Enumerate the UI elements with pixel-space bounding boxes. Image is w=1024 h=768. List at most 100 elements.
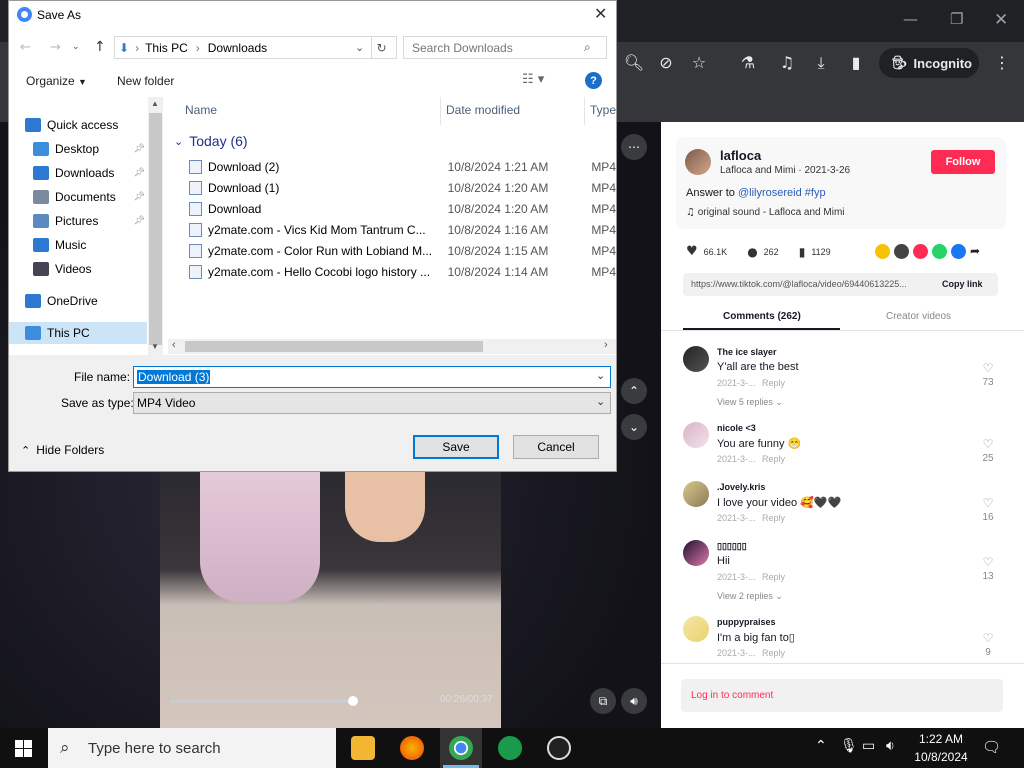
column-date-modified[interactable]: Date modified (446, 103, 520, 117)
reply-button[interactable]: Reply (762, 454, 785, 464)
comment-avatar[interactable] (683, 481, 709, 507)
scroll-down-icon[interactable]: ▼ (151, 342, 159, 351)
flask-icon[interactable]: ⚗ (737, 53, 759, 72)
file-explorer-icon[interactable] (351, 736, 375, 760)
tab-creator-videos[interactable]: Creator videos (886, 311, 951, 322)
caption-mention[interactable]: @lilyrosereid (738, 187, 802, 199)
post-link[interactable]: https://www.tiktok.com/@lafloca/video/69… (691, 279, 931, 289)
view-options-icon[interactable]: ☷ ▾ (522, 72, 544, 87)
restore-icon[interactable]: ❐ (950, 10, 963, 28)
facebook-icon[interactable] (951, 244, 966, 259)
file-name-dropdown-icon[interactable]: ⌄ (596, 369, 605, 382)
follow-button[interactable]: Follow (931, 150, 995, 174)
cancel-button[interactable]: Cancel (513, 435, 599, 459)
nav-item-3[interactable]: Documents 📌︎ (9, 186, 147, 208)
reply-button[interactable]: Reply (762, 513, 785, 523)
reply-button[interactable]: Reply (762, 378, 785, 388)
login-to-comment[interactable]: Log in to comment (681, 679, 1003, 712)
dialog-close-icon[interactable]: ✕ (594, 4, 607, 23)
heart-icon[interactable]: ♡ (978, 437, 998, 451)
file-row[interactable]: Download (2) 10/8/2024 1:21 AM MP4 (186, 156, 616, 177)
column-name[interactable]: Name (185, 103, 217, 117)
search-icon[interactable]: 🔍︎ (623, 53, 645, 72)
file-row[interactable]: Download (1) 10/8/2024 1:20 AM MP4 (186, 177, 616, 198)
bookmark-icon[interactable]: ▮ (799, 245, 806, 259)
view-replies-button[interactable]: View 2 replies ⌄ (717, 591, 783, 602)
obs-icon[interactable] (547, 736, 571, 760)
previous-video-icon[interactable]: ⌃ (621, 378, 647, 404)
star-icon[interactable]: ☆ (688, 53, 710, 72)
nav-item-5[interactable]: Music (9, 234, 147, 256)
address-dropdown-icon[interactable]: ⌄ (355, 41, 364, 54)
comment-author[interactable]: nicole <3 (717, 423, 756, 433)
network-icon[interactable]: ▭ (862, 738, 875, 754)
heart-icon[interactable]: ♡ (978, 631, 998, 645)
copy-link-button[interactable]: Copy link (942, 279, 983, 289)
volume-icon[interactable]: 🔊︎ (621, 688, 647, 714)
post-sound[interactable]: ♫ original sound - Lafloca and Mimi (686, 207, 845, 218)
caption-tag[interactable]: #fyp (805, 187, 826, 199)
scroll-left-icon[interactable]: ‹ (172, 339, 176, 351)
save-button[interactable]: Save (413, 435, 499, 459)
comment-icon[interactable]: ● (747, 245, 757, 259)
pip-icon[interactable]: ⧉ (590, 688, 616, 714)
file-hscroll-thumb[interactable] (185, 341, 483, 352)
comment-author[interactable]: The ice slayer (717, 347, 777, 357)
organize-button[interactable]: Organize ▼ (26, 74, 87, 88)
whatsapp-icon[interactable] (932, 244, 947, 259)
incognito-indicator[interactable]: 🕵︎ Incognito (879, 48, 979, 78)
scroll-up-icon[interactable]: ▲ (151, 99, 159, 108)
reply-button[interactable]: Reply (762, 572, 785, 582)
eye-off-icon[interactable]: ⊘ (655, 53, 677, 72)
nav-item-1[interactable]: Desktop 📌︎ (9, 138, 147, 160)
app-icon[interactable] (498, 736, 522, 760)
share-arrow-icon[interactable]: ➦ (970, 244, 980, 259)
video-progress-track[interactable] (170, 700, 350, 703)
file-row[interactable]: y2mate.com - Color Run with Lobiand M...… (186, 240, 616, 261)
taskbar-search[interactable]: Type here to search (48, 728, 336, 768)
window-close-icon[interactable]: ✕ (994, 10, 1008, 30)
comment-avatar[interactable] (683, 422, 709, 448)
minimize-icon[interactable]: — (903, 10, 918, 28)
save-type-select[interactable]: MP4 Video (133, 392, 611, 414)
column-divider[interactable] (584, 97, 585, 125)
tray-chevron-icon[interactable]: ⌃ (815, 738, 827, 754)
comment-avatar[interactable] (683, 540, 709, 566)
column-type[interactable]: Type (590, 103, 616, 117)
breadcrumb-downloads[interactable]: Downloads (208, 41, 267, 55)
reply-button[interactable]: Reply (762, 648, 785, 658)
chrome-icon[interactable] (449, 736, 473, 760)
refresh-icon[interactable]: ↻ (371, 36, 391, 59)
file-row[interactable]: y2mate.com - Vics Kid Mom Tantrum C... 10… (186, 219, 616, 240)
windows-start-icon[interactable] (15, 740, 32, 757)
comment-avatar[interactable] (683, 616, 709, 642)
nav-item-8[interactable]: This PC (9, 322, 147, 344)
kebab-icon[interactable]: ⋮ (991, 53, 1013, 72)
comment-author[interactable]: .Jovely.kris (717, 482, 765, 492)
heart-icon[interactable]: ♡ (978, 496, 998, 510)
nav-item-4[interactable]: Pictures 📌︎ (9, 210, 147, 232)
notifications-icon[interactable]: 🗨︎ (982, 738, 1001, 756)
comment-author[interactable]: ▯▯▯▯▯▯ (717, 541, 747, 552)
group-header[interactable]: ⌄ Today (6) (174, 133, 248, 149)
tab-comments[interactable]: Comments (262) (723, 311, 801, 322)
column-divider[interactable] (440, 97, 441, 125)
breadcrumb-this-pc[interactable]: This PC (145, 41, 188, 55)
scroll-right-icon[interactable]: › (604, 339, 608, 351)
clock-date[interactable]: 10/8/2024 (908, 750, 974, 764)
comment-author[interactable]: puppypraises (717, 617, 776, 627)
back-icon[interactable]: ← (20, 40, 31, 55)
help-icon[interactable]: ? (585, 72, 602, 89)
file-row[interactable]: Download 10/8/2024 1:20 AM MP4 (186, 198, 616, 219)
avatar[interactable] (685, 149, 711, 175)
post-username[interactable]: lafloca (720, 148, 761, 163)
new-folder-button[interactable]: New folder (117, 74, 174, 88)
like-icon[interactable]: ♥ (686, 244, 698, 259)
comment-avatar[interactable] (683, 346, 709, 372)
firefox-icon[interactable] (400, 736, 424, 760)
nav-item-6[interactable]: Videos (9, 258, 147, 280)
nav-item-7[interactable]: OneDrive (9, 290, 147, 312)
file-name-input[interactable]: Download (3) (133, 366, 611, 388)
up-icon[interactable]: ↑ (94, 39, 106, 55)
view-replies-button[interactable]: View 5 replies ⌄ (717, 397, 783, 408)
